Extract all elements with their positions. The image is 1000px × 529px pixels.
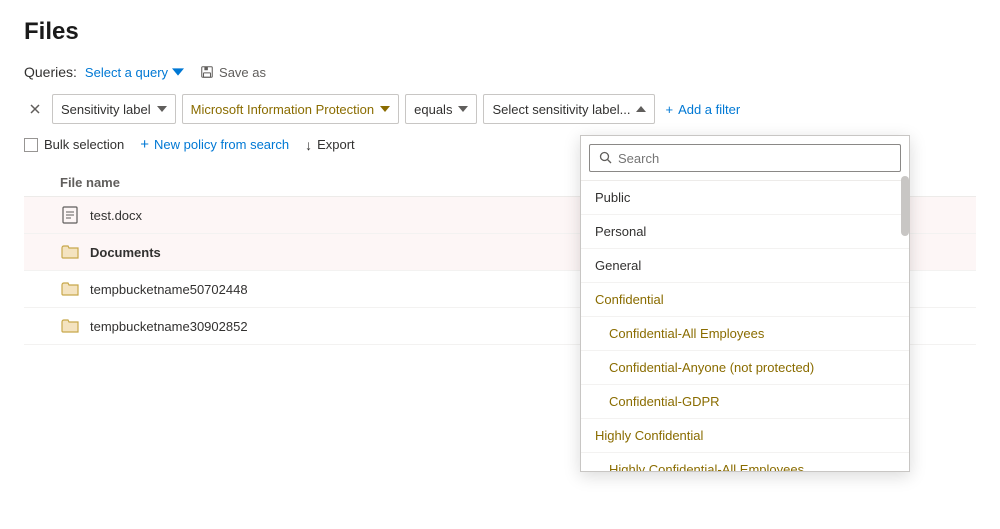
bulk-selection-label: Bulk selection — [44, 137, 124, 152]
dropdown-list: PublicPersonalGeneralConfidentialConfide… — [581, 181, 909, 471]
dropdown-item[interactable]: Public — [581, 181, 909, 215]
dropdown-item[interactable]: Highly Confidential — [581, 419, 909, 453]
select-query-label: Select a query — [85, 65, 168, 80]
file-name-column-header: File name — [60, 175, 120, 190]
chevron-down-icon — [172, 66, 184, 78]
chevron-down-icon — [380, 104, 390, 114]
plus-icon: + — [140, 136, 149, 153]
save-as-label: Save as — [219, 65, 266, 80]
sensitivity-value-text: Select sensitivity label... — [492, 102, 630, 117]
bulk-selection-button[interactable]: Bulk selection — [24, 137, 124, 152]
operator-filter-chip[interactable]: equals — [405, 94, 477, 124]
dropdown-item[interactable]: Confidential — [581, 283, 909, 317]
sensitivity-label-dropdown: PublicPersonalGeneralConfidentialConfide… — [580, 135, 910, 472]
dropdown-item[interactable]: Personal — [581, 215, 909, 249]
filter-row: Sensitivity label Microsoft Information … — [24, 94, 976, 124]
file-name: test.docx — [90, 208, 142, 223]
file-name: tempbucketname30902852 — [90, 319, 248, 334]
sensitivity-label-text: Sensitivity label — [61, 102, 151, 117]
file-name: Documents — [90, 245, 161, 260]
operator-label-text: equals — [414, 102, 452, 117]
folder-icon — [60, 242, 80, 262]
mip-label-text: Microsoft Information Protection — [191, 102, 375, 117]
chevron-up-icon — [636, 104, 646, 114]
chevron-down-icon — [157, 104, 167, 114]
scrollbar-thumb[interactable] — [901, 176, 909, 236]
plus-icon: + — [665, 102, 673, 117]
dropdown-search-container — [581, 136, 909, 181]
dropdown-item[interactable]: General — [581, 249, 909, 283]
sensitivity-value-filter-chip[interactable]: Select sensitivity label... — [483, 94, 655, 124]
sensitivity-label-filter-chip[interactable]: Sensitivity label — [52, 94, 176, 124]
new-policy-button[interactable]: + New policy from search — [140, 136, 289, 153]
file-icon — [60, 205, 80, 225]
new-policy-label: New policy from search — [154, 137, 289, 152]
dropdown-item[interactable]: Confidential-All Employees — [581, 317, 909, 351]
search-icon — [599, 151, 612, 167]
queries-label: Queries: — [24, 64, 77, 80]
export-label: Export — [317, 137, 355, 152]
folder-icon — [60, 316, 80, 336]
file-name: tempbucketname50702448 — [90, 282, 248, 297]
dropdown-item[interactable]: Highly Confidential-All Employees — [581, 453, 909, 471]
folder-icon — [60, 279, 80, 299]
export-button[interactable]: ↓ Export — [305, 137, 355, 153]
select-query-dropdown[interactable]: Select a query — [85, 65, 184, 80]
add-filter-button[interactable]: + Add a filter — [661, 102, 744, 117]
mip-filter-chip[interactable]: Microsoft Information Protection — [182, 94, 400, 124]
page-title: Files — [24, 18, 976, 46]
add-filter-label: Add a filter — [678, 102, 740, 117]
dropdown-item[interactable]: Confidential-Anyone (not protected) — [581, 351, 909, 385]
dropdown-item[interactable]: Confidential-GDPR — [581, 385, 909, 419]
close-icon — [30, 104, 40, 114]
checkbox-icon — [24, 138, 38, 152]
save-as-button[interactable]: Save as — [200, 65, 266, 80]
queries-bar: Queries: Select a query Save as — [24, 64, 976, 80]
save-icon — [200, 65, 214, 79]
chevron-down-icon — [458, 104, 468, 114]
remove-filter-button[interactable] — [24, 98, 46, 120]
dropdown-search-input[interactable] — [589, 144, 901, 172]
download-icon: ↓ — [305, 137, 312, 153]
